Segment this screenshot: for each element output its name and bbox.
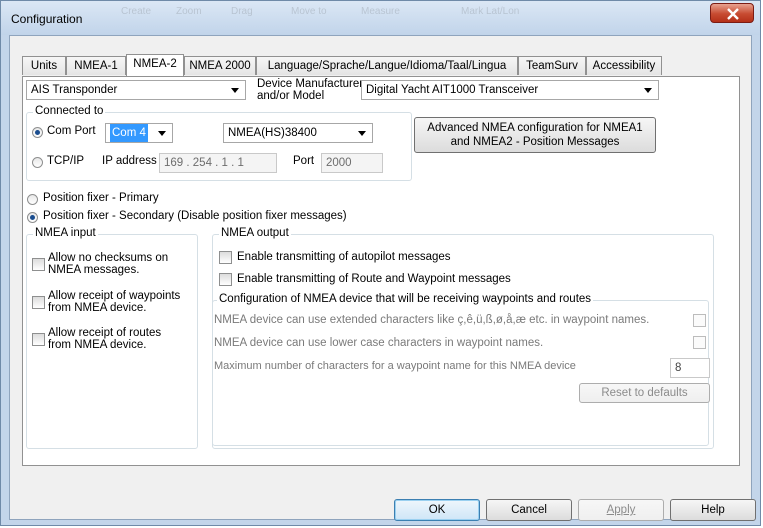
dialog-client-area: Units NMEA-1 NMEA-2 NMEA 2000 Language/S… <box>9 35 756 521</box>
extended-chars-label: NMEA device can use extended characters … <box>214 314 650 326</box>
reset-defaults-button[interactable]: Reset to defaults <box>579 383 710 403</box>
close-icon <box>727 8 739 20</box>
configuration-window: Configuration Create Zoom Drag Move to M… <box>0 0 761 526</box>
allow-no-checksums-checkbox[interactable] <box>32 258 45 271</box>
allow-receipt-routes-label[interactable]: Allow receipt of routes from NMEA device… <box>48 327 161 351</box>
chevron-down-icon <box>358 131 366 136</box>
device-type-combo[interactable]: AIS Transponder <box>26 80 246 100</box>
device-manufacturer-combo[interactable]: Digital Yacht AIT1000 Transceiver <box>361 80 659 100</box>
ok-button[interactable]: OK <box>394 499 480 521</box>
cancel-button[interactable]: Cancel <box>486 499 572 521</box>
enable-autopilot-label[interactable]: Enable transmitting of autopilot message… <box>237 251 451 263</box>
port-field[interactable]: 2000 <box>321 153 383 173</box>
chevron-down-icon <box>158 131 166 136</box>
allow-receipt-waypoints-checkbox[interactable] <box>32 296 45 309</box>
tab-nmea-2[interactable]: NMEA-2 <box>126 54 184 76</box>
enable-route-waypoint-checkbox[interactable] <box>219 273 232 286</box>
allow-no-checksums-label[interactable]: Allow no checksums on NMEA messages. <box>48 252 168 276</box>
allow-receipt-routes-checkbox[interactable] <box>32 333 45 346</box>
position-fixer-primary-radio[interactable] <box>27 194 38 205</box>
tab-language[interactable]: Language/Sprache/Langue/Idioma/Taal/Ling… <box>256 56 518 75</box>
com-port-label[interactable]: Com Port <box>47 125 96 137</box>
tcpip-label[interactable]: TCP/IP <box>47 155 84 167</box>
max-chars-label: Maximum number of characters for a waypo… <box>214 360 576 372</box>
protocol-combo[interactable]: NMEA(HS)38400 <box>223 123 373 143</box>
advanced-nmea-config-button[interactable]: Advanced NMEA configuration for NMEA1 an… <box>414 117 656 153</box>
title-bar[interactable]: Configuration Create Zoom Drag Move to M… <box>1 1 760 35</box>
enable-autopilot-checkbox[interactable] <box>219 251 232 264</box>
background-toolbar-ghost: Create Zoom Drag Move to Measure Mark La… <box>121 6 520 17</box>
tab-accessibility[interactable]: Accessibility <box>586 56 662 75</box>
device-manufacturer-label: Device Manufacturer and/or Model <box>257 78 364 102</box>
tab-nmea-1[interactable]: NMEA-1 <box>66 56 126 75</box>
nmea-2-tab-panel: AIS Transponder Device Manufacturer and/… <box>22 76 740 466</box>
ip-address-field[interactable]: 169 . 254 . 1 . 1 <box>159 153 277 173</box>
window-title: Configuration <box>11 12 83 26</box>
position-fixer-secondary-label[interactable]: Position fixer - Secondary (Disable posi… <box>43 210 347 222</box>
ip-address-label: IP address <box>102 155 157 167</box>
port-label: Port <box>293 155 315 167</box>
allow-receipt-waypoints-label[interactable]: Allow receipt of waypoints from NMEA dev… <box>48 290 180 314</box>
tab-units[interactable]: Units <box>22 56 66 75</box>
position-fixer-secondary-radio[interactable] <box>27 212 38 223</box>
help-button[interactable]: Help <box>670 499 756 521</box>
close-button[interactable] <box>710 3 754 23</box>
tab-nmea-2000[interactable]: NMEA 2000 <box>184 56 256 75</box>
com-port-combo[interactable]: Com 4 <box>105 123 173 143</box>
apply-button[interactable]: Apply <box>578 499 664 521</box>
chevron-down-icon <box>644 88 652 93</box>
lowercase-chars-checkbox[interactable] <box>693 336 706 349</box>
extended-chars-checkbox[interactable] <box>693 314 706 327</box>
enable-route-waypoint-label[interactable]: Enable transmitting of Route and Waypoin… <box>237 273 511 285</box>
tcpip-radio[interactable] <box>32 157 43 168</box>
com-port-radio[interactable] <box>32 127 43 138</box>
chevron-down-icon <box>231 88 239 93</box>
max-chars-field[interactable]: 8 <box>670 358 710 378</box>
lowercase-chars-label: NMEA device can use lower case character… <box>214 337 544 349</box>
tab-teamsurv[interactable]: TeamSurv <box>518 56 586 75</box>
position-fixer-primary-label[interactable]: Position fixer - Primary <box>43 192 159 204</box>
